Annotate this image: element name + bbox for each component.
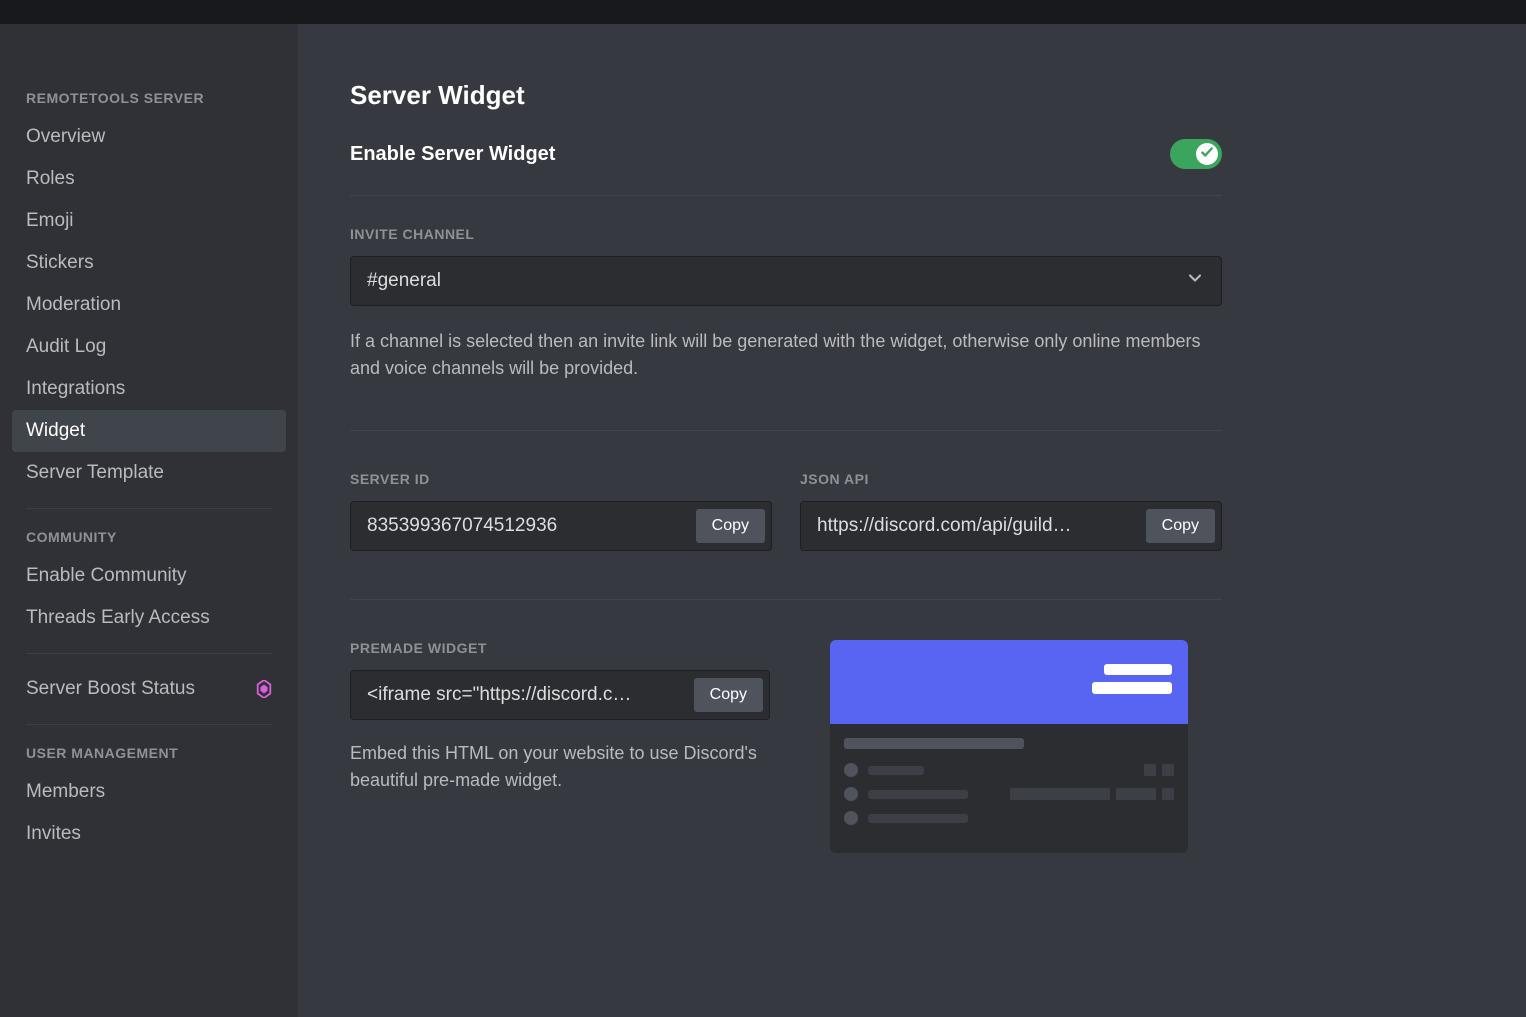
placeholder-pills [1144, 764, 1174, 776]
premade-widget-value[interactable]: <iframe src="https://discord.c… [367, 684, 684, 706]
section-divider [350, 195, 1222, 196]
placeholder-bar [1162, 764, 1174, 776]
sidebar-item-server-boost[interactable]: Server Boost Status [12, 668, 286, 710]
sidebar-item-label: Server Boost Status [26, 678, 195, 700]
placeholder-bar [1092, 682, 1172, 694]
widget-preview [830, 640, 1188, 853]
placeholder-avatar [844, 787, 858, 801]
sidebar-item-label: Roles [26, 168, 75, 190]
sidebar-item-label: Widget [26, 420, 85, 442]
invite-channel-help: If a channel is selected then an invite … [350, 328, 1222, 382]
server-id-label: SERVER ID [350, 471, 772, 487]
premade-left: PREMADE WIDGET <iframe src="https://disc… [350, 640, 770, 794]
id-api-row: SERVER ID 835399367074512936 Copy JSON A… [350, 471, 1222, 551]
sidebar-item-label: Invites [26, 823, 81, 845]
json-api-value[interactable]: https://discord.com/api/guild… [817, 515, 1136, 537]
placeholder-bar [868, 766, 924, 775]
invite-channel-label: INVITE CHANNEL [350, 226, 1222, 242]
widget-preview-header [830, 640, 1188, 724]
app-root: REMOTETOOLS SERVER Overview Roles Emoji … [0, 24, 1526, 1017]
sidebar-item-moderation[interactable]: Moderation [12, 284, 286, 326]
chevron-down-icon [1185, 268, 1205, 294]
premade-row: PREMADE WIDGET <iframe src="https://disc… [350, 640, 1222, 853]
premade-widget-label: PREMADE WIDGET [350, 640, 770, 656]
sidebar-item-enable-community[interactable]: Enable Community [12, 555, 286, 597]
enable-widget-row: Enable Server Widget [350, 139, 1222, 169]
invite-channel-select[interactable]: #general [350, 256, 1222, 306]
widget-preview-row [844, 811, 1174, 825]
right-crop-overlay [1346, 24, 1526, 1017]
sidebar-item-label: Enable Community [26, 565, 187, 587]
placeholder-bar [1010, 788, 1110, 800]
sidebar-item-label: Moderation [26, 294, 121, 316]
premade-widget-copy-button[interactable]: Copy [694, 678, 763, 712]
sidebar-item-audit-log[interactable]: Audit Log [12, 326, 286, 368]
placeholder-bar [1104, 664, 1172, 675]
json-api-copy-button[interactable]: Copy [1146, 509, 1215, 543]
sidebar-divider [26, 724, 272, 725]
sidebar-item-label: Integrations [26, 378, 125, 400]
widget-preview-row [844, 787, 1174, 801]
sidebar-item-label: Overview [26, 126, 105, 148]
premade-widget-help: Embed this HTML on your website to use D… [350, 740, 770, 794]
window-titlebar [0, 0, 1526, 24]
sidebar-item-widget[interactable]: Widget [12, 410, 286, 452]
user-management-header: USER MANAGEMENT [12, 739, 286, 771]
sidebar-item-members[interactable]: Members [12, 771, 286, 813]
settings-main: ESC Server Widget Enable Server Widget [298, 24, 1526, 1017]
placeholder-bar [868, 790, 968, 799]
widget-preview-row [844, 763, 1174, 777]
enable-widget-toggle[interactable] [1170, 139, 1222, 169]
sidebar-item-roles[interactable]: Roles [12, 158, 286, 200]
placeholder-avatar [844, 811, 858, 825]
sidebar-item-invites[interactable]: Invites [12, 813, 286, 855]
premade-widget-field: <iframe src="https://discord.c… Copy [350, 670, 770, 720]
placeholder-bar [1162, 788, 1174, 800]
sidebar-item-label: Threads Early Access [26, 607, 210, 629]
settings-sidebar: REMOTETOOLS SERVER Overview Roles Emoji … [0, 24, 298, 1017]
page-title: Server Widget [350, 80, 1222, 111]
section-divider [350, 599, 1222, 600]
sidebar-item-label: Stickers [26, 252, 94, 274]
placeholder-avatar [844, 763, 858, 777]
sidebar-item-overview[interactable]: Overview [12, 116, 286, 158]
sidebar-item-label: Members [26, 781, 105, 803]
placeholder-bar [1144, 764, 1156, 776]
sidebar-item-integrations[interactable]: Integrations [12, 368, 286, 410]
sidebar-item-stickers[interactable]: Stickers [12, 242, 286, 284]
widget-preview-body [830, 724, 1188, 853]
placeholder-bar [1116, 788, 1156, 800]
server-id-value[interactable]: 835399367074512936 [367, 515, 686, 537]
server-id-field: 835399367074512936 Copy [350, 501, 772, 551]
json-api-col: JSON API https://discord.com/api/guild… … [800, 471, 1222, 551]
community-header: COMMUNITY [12, 523, 286, 555]
sidebar-item-label: Server Template [26, 462, 164, 484]
json-api-field: https://discord.com/api/guild… Copy [800, 501, 1222, 551]
sidebar-item-label: Emoji [26, 210, 74, 232]
sidebar-item-server-template[interactable]: Server Template [12, 452, 286, 494]
placeholder-bar [868, 814, 968, 823]
enable-widget-label: Enable Server Widget [350, 143, 555, 166]
sidebar-divider [26, 653, 272, 654]
sidebar-item-emoji[interactable]: Emoji [12, 200, 286, 242]
sidebar-divider [26, 508, 272, 509]
boost-gem-icon [256, 680, 272, 698]
sidebar-item-threads-early-access[interactable]: Threads Early Access [12, 597, 286, 639]
server-id-col: SERVER ID 835399367074512936 Copy [350, 471, 772, 551]
server-name-header: REMOTETOOLS SERVER [12, 84, 286, 116]
placeholder-pills [1010, 788, 1174, 800]
content-column: Server Widget Enable Server Widget INVIT… [350, 80, 1222, 853]
server-id-copy-button[interactable]: Copy [696, 509, 765, 543]
check-icon [1200, 145, 1214, 164]
json-api-label: JSON API [800, 471, 1222, 487]
sidebar-item-label: Audit Log [26, 336, 106, 358]
invite-channel-value: #general [367, 270, 441, 292]
toggle-knob [1196, 143, 1218, 165]
section-divider [350, 430, 1222, 431]
placeholder-bar [844, 738, 1024, 749]
